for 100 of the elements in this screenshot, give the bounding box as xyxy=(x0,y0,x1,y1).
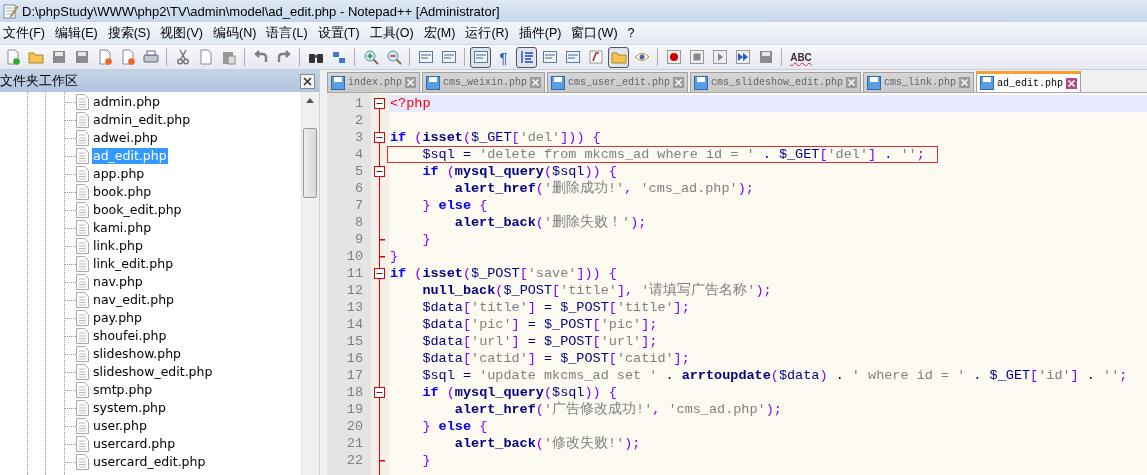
fold-minus-icon[interactable] xyxy=(374,98,385,109)
file-icon xyxy=(76,130,89,146)
file-item[interactable]: user.php xyxy=(92,418,148,434)
menu-item[interactable]: ? xyxy=(624,26,642,40)
code-line: $data['catid'] = $_POST['catid']; xyxy=(421,351,690,366)
toolbar-button[interactable] xyxy=(470,46,491,68)
file-item[interactable]: system.php xyxy=(92,400,167,416)
file-tab[interactable]: cms_slideshow_edit.php xyxy=(690,72,862,92)
file-item[interactable]: kami.php xyxy=(92,220,153,236)
paste-icon xyxy=(220,49,237,65)
code-line: } else { xyxy=(421,198,488,213)
open-file-icon xyxy=(27,49,44,65)
fold-minus-icon[interactable] xyxy=(374,132,385,143)
file-item[interactable]: slideshow.php xyxy=(92,346,182,362)
menu-item[interactable]: 语言(L) xyxy=(263,24,315,42)
close-icon[interactable] xyxy=(530,77,542,88)
close-icon[interactable] xyxy=(959,77,971,88)
line-number: 20 xyxy=(346,419,363,434)
file-item[interactable]: slideshow_edit.php xyxy=(92,364,214,380)
file-item[interactable]: link.php xyxy=(92,238,144,254)
zoom-out-icon xyxy=(385,49,402,65)
close-icon xyxy=(303,76,312,86)
file-item[interactable]: link_edit.php xyxy=(92,256,175,272)
file-item[interactable]: nav.php xyxy=(92,274,144,290)
menu-item[interactable]: 文件(F) xyxy=(0,24,52,42)
save-macro-icon xyxy=(757,49,774,65)
code-line: alert_back('修改失败!'); xyxy=(453,436,641,451)
file-icon xyxy=(76,256,89,272)
spell-check-button[interactable]: ABC xyxy=(787,46,815,68)
close-icon[interactable] xyxy=(673,77,685,88)
close-icon[interactable] xyxy=(1066,77,1078,89)
file-item[interactable]: admin_edit.php xyxy=(92,112,192,128)
file-tab[interactable]: index.php xyxy=(327,72,420,92)
menu-item[interactable]: 编辑(E) xyxy=(51,24,105,42)
fold-end-icon xyxy=(379,255,385,258)
file-item[interactable]: smtp.php xyxy=(92,382,154,398)
line-number: 8 xyxy=(354,215,363,230)
file-icon xyxy=(76,166,89,182)
close-button[interactable] xyxy=(300,73,315,89)
file-item[interactable]: usercard.php xyxy=(92,436,177,452)
fold-minus-icon[interactable] xyxy=(374,268,385,279)
save-all-icon xyxy=(73,49,90,65)
code-line: alert_back('删除失败！'); xyxy=(453,215,647,230)
file-item[interactable]: adwei.php xyxy=(92,130,159,146)
close-file-icon xyxy=(96,49,113,65)
scroll-thumb[interactable] xyxy=(303,128,317,198)
file-icon xyxy=(76,310,89,326)
line-number: 1 xyxy=(354,96,363,111)
file-item[interactable]: book.php xyxy=(92,184,153,200)
menu-item[interactable]: 视图(V) xyxy=(157,24,210,42)
file-icon xyxy=(76,220,89,236)
show-symbols-button[interactable]: ¶ xyxy=(493,46,514,68)
line-number: 19 xyxy=(346,402,363,417)
indent-guide-icon xyxy=(518,49,535,65)
copy-icon xyxy=(197,49,214,65)
toolbar-button[interactable] xyxy=(516,46,537,68)
new-file-icon xyxy=(4,49,21,65)
line-number: 14 xyxy=(346,317,363,332)
file-item[interactable]: book_edit.php xyxy=(92,202,183,218)
close-icon[interactable] xyxy=(405,77,416,88)
record-icon xyxy=(665,49,682,65)
scissors-icon xyxy=(174,49,191,65)
toolbar-button[interactable] xyxy=(608,46,629,68)
menu-item[interactable]: 设置(T) xyxy=(314,24,367,42)
close-icon[interactable] xyxy=(846,77,858,88)
menu-item[interactable]: 搜索(S) xyxy=(104,24,158,42)
file-icon xyxy=(76,364,89,380)
file-tab[interactable]: ad_edit.php xyxy=(976,71,1082,92)
file-item[interactable]: nav_edit.php xyxy=(92,292,175,308)
file-item[interactable]: shoufei.php xyxy=(92,328,168,344)
play-icon xyxy=(711,49,728,65)
scrollbar[interactable] xyxy=(301,92,319,475)
line-number: 3 xyxy=(354,130,363,145)
menu-item[interactable]: 编码(N) xyxy=(210,24,264,42)
file-icon xyxy=(76,454,89,470)
menu-item[interactable]: 运行(R) xyxy=(462,24,516,42)
file-item[interactable]: pay.php xyxy=(92,310,143,326)
file-icon xyxy=(76,94,89,110)
notepad-icon xyxy=(2,3,18,19)
file-tab[interactable]: cms_link.php xyxy=(863,72,975,92)
file-item[interactable]: usercard_edit.php xyxy=(92,454,207,470)
code-line: alert_href('删除成功!', 'cms_ad.php'); xyxy=(453,181,754,196)
menu-item[interactable]: 工具(O) xyxy=(366,24,421,42)
fold-minus-icon[interactable] xyxy=(374,166,385,177)
scroll-up-icon xyxy=(306,98,314,103)
menu-item[interactable]: 宏(M) xyxy=(420,24,463,42)
panel-title: 文件夹工作区 xyxy=(0,72,78,90)
fold-minus-icon[interactable] xyxy=(374,387,385,398)
file-icon xyxy=(76,382,89,398)
menu-item[interactable]: 窗口(W) xyxy=(568,24,625,42)
code-line: if (mysql_query($sql)) { xyxy=(421,385,617,400)
code-line: } xyxy=(421,453,431,468)
file-tab[interactable]: cms_user_edit.php xyxy=(547,72,689,92)
file-item[interactable]: app.php xyxy=(92,166,146,182)
file-tab[interactable]: cms_weixin.php xyxy=(422,72,546,92)
file-icon xyxy=(76,436,89,452)
menu-item[interactable]: 插件(P) xyxy=(515,24,569,42)
line-number: 15 xyxy=(346,334,363,349)
file-icon xyxy=(76,238,89,254)
file-item[interactable]: admin.php xyxy=(92,94,161,110)
